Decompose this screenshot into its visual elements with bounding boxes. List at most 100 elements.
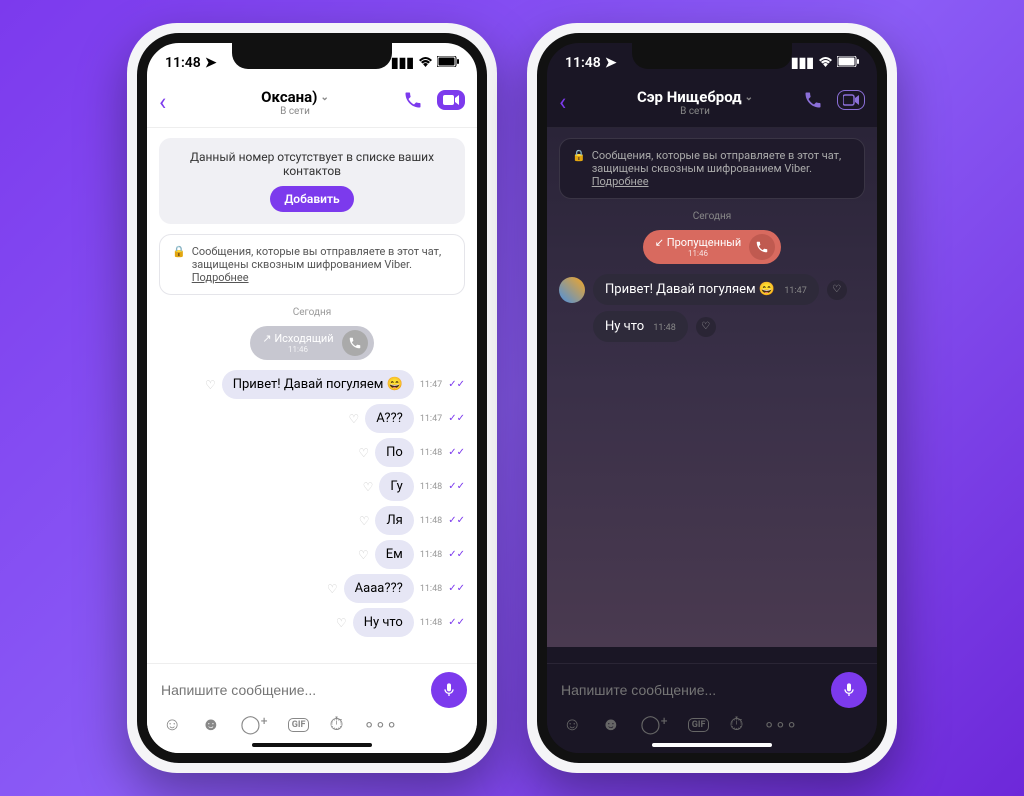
emoji-icon[interactable]: ☻	[201, 714, 220, 735]
message-bubble[interactable]: По	[375, 438, 414, 467]
chat-body[interactable]: 🔒 Сообщения, которые вы отправляете в эт…	[547, 128, 877, 647]
mic-button[interactable]	[431, 672, 467, 708]
message-bubble[interactable]: Ля	[375, 506, 413, 535]
read-ticks-icon: ✓✓	[448, 549, 465, 560]
message-bubble[interactable]: Привет! Давай погуляем 😄 11:47	[593, 274, 819, 305]
lock-icon: 🔒	[572, 149, 586, 188]
encryption-notice: 🔒 Сообщения, которые вы отправляете в эт…	[159, 234, 465, 295]
heart-icon[interactable]: ♡	[363, 480, 374, 494]
heart-icon[interactable]: ♡	[827, 280, 847, 300]
message-input[interactable]	[157, 676, 423, 704]
read-ticks-icon: ✓✓	[448, 447, 465, 458]
chat-header: ‹ Оксана)⌄ В сети	[147, 83, 477, 128]
message-row: ♡Привет! Давай погуляем 😄11:47✓✓	[159, 370, 465, 399]
heart-icon[interactable]: ♡	[358, 446, 369, 460]
message-row: Привет! Давай погуляем 😄 11:47 ♡	[559, 274, 865, 305]
encryption-more-link[interactable]: Подробнее	[592, 175, 649, 188]
message-time: 11:48	[420, 584, 442, 594]
phone-light: 11:48 ➤ ▮▮▮ ‹ Оксана)⌄ В сети	[127, 23, 497, 773]
message-bubble[interactable]: Ну что 11:48	[593, 311, 688, 342]
heart-icon[interactable]: ♡	[205, 378, 216, 392]
contact-name[interactable]: Оксана)⌄	[261, 88, 329, 106]
heart-icon[interactable]: ♡	[349, 412, 360, 426]
message-row: ♡ По 11:48 ✓✓	[159, 438, 465, 467]
date-separator: Сегодня	[159, 307, 465, 318]
missed-call-pill[interactable]: ↙ Пропущенный 11:46	[643, 230, 781, 264]
heart-icon[interactable]: ♡	[336, 616, 347, 630]
outgoing-call-pill[interactable]: ↗ Исходящий 11:46	[250, 326, 373, 360]
video-icon[interactable]	[837, 90, 865, 110]
gif-icon[interactable]: GIF	[688, 718, 710, 732]
message-input[interactable]	[557, 676, 823, 704]
message-row: ♡Ну что11:48✓✓	[159, 608, 465, 637]
sticker-icon[interactable]: ☺	[163, 714, 181, 735]
message-row: ♡ Ем 11:48 ✓✓	[159, 540, 465, 569]
sticker-icon[interactable]: ☺	[563, 714, 581, 735]
input-area: ☺ ☻ ◯⁺ GIF ⏱ ∘∘∘	[547, 663, 877, 753]
video-icon[interactable]	[437, 90, 465, 110]
timer-icon[interactable]: ⏱	[729, 714, 743, 735]
date-separator: Сегодня	[559, 211, 865, 222]
back-button[interactable]: ‹	[559, 88, 587, 116]
message-bubble[interactable]: Привет! Давай погуляем 😄	[222, 370, 414, 399]
encryption-notice: 🔒 Сообщения, которые вы отправляете в эт…	[559, 138, 865, 199]
contact-status: В сети	[587, 106, 803, 117]
message-time: 11:48	[420, 550, 442, 560]
message-row: ♡Гу11:48✓✓	[159, 472, 465, 501]
more-icon[interactable]: ∘∘∘	[764, 714, 798, 735]
message-bubble[interactable]: Ем	[375, 540, 414, 569]
encryption-more-link[interactable]: Подробнее	[192, 271, 249, 284]
call-icon[interactable]	[803, 90, 823, 114]
message-time: 11:48	[420, 482, 442, 492]
home-indicator[interactable]	[652, 743, 772, 747]
message-bubble[interactable]: А???	[365, 404, 414, 433]
input-area: ☺ ☻ ◯⁺ GIF ⏱ ∘∘∘	[147, 663, 477, 753]
camera-icon[interactable]: ◯⁺	[240, 714, 267, 735]
notch	[632, 43, 792, 69]
heart-icon[interactable]: ♡	[358, 548, 369, 562]
heart-icon[interactable]: ♡	[359, 514, 370, 528]
read-ticks-icon: ✓✓	[448, 413, 465, 424]
signal-icon: ▮▮▮	[791, 55, 814, 71]
message-time: 11:48	[653, 323, 675, 333]
chevron-down-icon: ⌄	[745, 92, 753, 103]
message-bubble[interactable]: Аааа???	[344, 574, 414, 603]
signal-icon: ▮▮▮	[391, 55, 414, 71]
message-bubble[interactable]: Гу	[379, 472, 413, 501]
message-row: Ну что 11:48 ♡	[559, 311, 865, 342]
heart-icon[interactable]: ♡	[327, 582, 338, 596]
timer-icon[interactable]: ⏱	[329, 714, 343, 735]
call-icon[interactable]	[403, 90, 423, 114]
read-ticks-icon: ✓✓	[448, 515, 465, 526]
contact-name[interactable]: Сэр Нищеброд⌄	[637, 88, 753, 106]
notch	[232, 43, 392, 69]
message-row: ♡ Ля 11:48 ✓✓	[159, 506, 465, 535]
message-time: 11:48	[420, 448, 442, 458]
clock: 11:48	[165, 55, 201, 71]
arrow-icon: ↗	[262, 332, 271, 345]
chat-header: ‹ Сэр Нищеброд⌄ В сети	[547, 83, 877, 128]
chat-body[interactable]: Данный номер отсутствует в списке ваших …	[147, 128, 477, 647]
message-time: 11:47	[420, 380, 442, 390]
call-icon	[749, 234, 775, 260]
avatar[interactable]	[559, 277, 585, 303]
heart-icon[interactable]: ♡	[696, 317, 716, 337]
call-icon	[342, 330, 368, 356]
message-row: ♡А???11:47✓✓	[159, 404, 465, 433]
arrow-icon: ↙	[655, 236, 664, 249]
more-icon[interactable]: ∘∘∘	[364, 714, 398, 735]
message-time: 11:48	[420, 618, 442, 628]
battery-icon	[437, 55, 459, 71]
message-bubble[interactable]: Ну что	[353, 608, 414, 637]
back-button[interactable]: ‹	[159, 88, 187, 116]
camera-icon[interactable]: ◯⁺	[640, 714, 667, 735]
phone-dark: 11:48 ➤ ▮▮▮ ‹ Сэр Нищеброд⌄ В сети	[527, 23, 897, 773]
wifi-icon	[418, 55, 433, 71]
message-time: 11:47	[784, 286, 806, 296]
emoji-icon[interactable]: ☻	[601, 714, 620, 735]
gif-icon[interactable]: GIF	[288, 718, 310, 732]
home-indicator[interactable]	[252, 743, 372, 747]
message-time: 11:48	[420, 516, 442, 526]
add-contact-button[interactable]: Добавить	[270, 186, 353, 212]
mic-button[interactable]	[831, 672, 867, 708]
